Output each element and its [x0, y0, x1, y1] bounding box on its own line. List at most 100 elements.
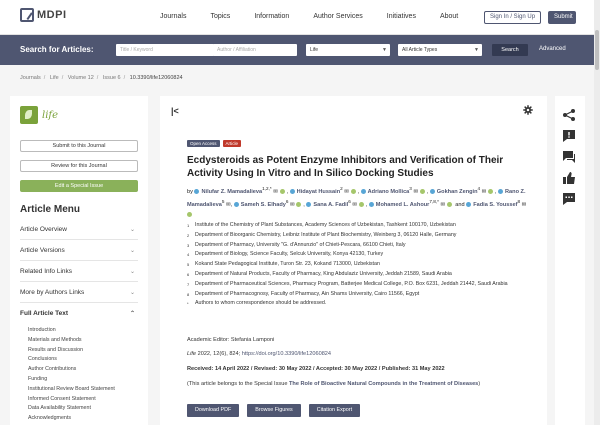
breadcrumb: Journals / Life / Volume 12/ Issue 6/ 10.3…	[20, 75, 183, 81]
author-affiliation-input[interactable]: Author / Affiliation	[213, 44, 297, 56]
citation-line: Life 2022, 12(6), 824; https://doi.org/1…	[187, 351, 331, 357]
toc-item[interactable]: Acknowledgments	[28, 415, 115, 425]
toc-item[interactable]: Introduction	[28, 327, 115, 337]
author-name[interactable]: Sameh S. Elhady	[241, 202, 286, 208]
orcid-icon[interactable]	[446, 201, 452, 207]
alert-icon[interactable]	[562, 129, 576, 143]
menu-item-label: More by Authors Links	[20, 289, 85, 296]
nav-about[interactable]: About	[440, 13, 458, 20]
breadcrumb-life[interactable]: Life	[50, 75, 59, 81]
article-type-select[interactable]: All Article Types ▼	[398, 44, 482, 56]
leaf-icon	[20, 106, 38, 124]
orcid-icon[interactable]	[187, 211, 192, 217]
mdpi-logo[interactable]: MDPI	[20, 8, 67, 22]
top-bar: MDPI Journals Topics Information Author …	[0, 0, 600, 35]
affiliation-row: 7 Department of Pharmaceutical Sciences, …	[187, 280, 508, 287]
toc-item[interactable]: Data Availability Statement	[28, 405, 115, 415]
chevron-down-icon: ⌄	[129, 269, 135, 275]
journal-select[interactable]: Life ▼	[306, 44, 390, 56]
thumbs-up-icon[interactable]	[562, 171, 576, 185]
author-name[interactable]: Hidayat Hussain	[297, 189, 341, 195]
browse-figures-button[interactable]: Browse Figures	[247, 404, 301, 417]
author-name[interactable]: Adriano Mollica	[368, 189, 410, 195]
author-name[interactable]: Mohamed L. Ashour	[376, 202, 430, 208]
author-profile-icon	[466, 201, 472, 207]
nav-information[interactable]: Information	[254, 13, 289, 20]
toc-item[interactable]: Materials and Methods	[28, 337, 115, 347]
menu-more-by-authors[interactable]: More by Authors Links ⌄	[20, 283, 138, 303]
breadcrumb-volume[interactable]: Volume 12	[68, 75, 94, 81]
nav-author-services[interactable]: Author Services	[313, 13, 362, 20]
orcid-icon[interactable]	[487, 188, 493, 194]
article-actions: Download PDF Browse Figures Citation Exp…	[187, 404, 361, 417]
nav-journals[interactable]: Journals	[160, 13, 186, 20]
toc-item[interactable]: Results and Discussion	[28, 347, 115, 357]
nav-topics[interactable]: Topics	[210, 13, 230, 20]
toc-item[interactable]: Funding	[28, 376, 115, 386]
affiliation-row: 1 Institute of the Chemistry of Plant Sub…	[187, 222, 456, 228]
journal-logo[interactable]: life	[20, 106, 58, 124]
top-nav: Journals Topics Information Author Servi…	[160, 13, 482, 20]
special-issue-prefix: (This article belongs to the Special Iss…	[187, 381, 288, 387]
toc-item[interactable]: Institutional Review Board Statement	[28, 386, 115, 396]
orcid-icon[interactable]	[296, 201, 302, 207]
chevron-down-icon: ⌄	[129, 290, 135, 296]
article-type-value: All Article Types	[402, 47, 438, 53]
orcid-icon[interactable]	[279, 188, 285, 194]
author-name[interactable]: Fadia S. Youssef	[473, 202, 517, 208]
orcid-icon[interactable]	[350, 188, 356, 194]
orcid-icon[interactable]	[419, 188, 425, 194]
full-article-text-toggle[interactable]: Full Article Text ⌃	[20, 310, 138, 317]
sign-in-button[interactable]: Sign In / Sign Up	[484, 11, 542, 24]
doi-link[interactable]: https://doi.org/10.3390/life12060824	[242, 351, 331, 357]
search-bar: Search for Articles: Title / Keyword Aut…	[0, 35, 600, 65]
gear-icon[interactable]	[523, 105, 533, 115]
citation-export-button[interactable]: Citation Export	[308, 404, 361, 417]
article-panel: |< Open Access Article Ecdysteroids as P…	[160, 96, 547, 425]
submit-to-journal-button[interactable]: Submit to this Journal	[20, 140, 138, 152]
menu-related-info[interactable]: Related Info Links ⌄	[20, 262, 138, 282]
download-pdf-button[interactable]: Download PDF	[187, 404, 240, 417]
search-button[interactable]: Search	[492, 44, 528, 56]
affiliation-row: 4 Department of Biology, Science Faculty,…	[187, 251, 384, 258]
author-name[interactable]: Gokhan Zengin	[437, 189, 478, 195]
toc-item[interactable]: Informed Consent Statement	[28, 396, 115, 406]
author-name[interactable]: Nilufar Z. Mamadalieva	[201, 189, 262, 195]
menu-article-overview[interactable]: Article Overview ⌄	[20, 220, 138, 240]
author-profile-icon	[194, 188, 200, 194]
academic-editor: Academic Editor: Stefania Lamponi	[187, 337, 275, 343]
author-sup: 8	[517, 198, 521, 204]
affiliation-row: * Authors to whom correspondence should b…	[187, 300, 327, 307]
review-for-journal-button[interactable]: Review for this Journal	[20, 160, 138, 172]
search-label: Search for Articles:	[20, 45, 94, 54]
page-scrollbar[interactable]	[594, 0, 600, 425]
collapse-left-icon[interactable]: |<	[171, 106, 179, 116]
edit-special-issue-button[interactable]: Edit a Special Issue	[20, 180, 138, 192]
author-sup: 6	[348, 198, 351, 204]
nav-initiatives[interactable]: Initiatives	[387, 13, 416, 20]
chevron-up-icon: ⌃	[129, 311, 135, 317]
publication-dates: Received: 14 April 2022 / Revised: 30 Ma…	[187, 366, 445, 372]
share-icon[interactable]	[562, 108, 576, 122]
submit-button[interactable]: Submit	[548, 11, 576, 24]
full-text-label: Full Article Text	[20, 310, 69, 317]
breadcrumb-issue[interactable]: Issue 6	[103, 75, 121, 81]
author-profile-icon	[289, 188, 295, 194]
toc-item[interactable]: Author Contributions	[28, 366, 115, 376]
chat-icon[interactable]	[562, 192, 576, 206]
menu-article-versions[interactable]: Article Versions ⌄	[20, 241, 138, 261]
breadcrumb-journals[interactable]: Journals	[20, 75, 41, 81]
affiliation-row: 8 Department of Pharmacognosy, Faculty of…	[187, 290, 420, 297]
mdpi-logo-icon	[20, 8, 34, 22]
menu-item-label: Article Versions	[20, 247, 65, 254]
affiliation-list: 1 Institute of the Chemistry of Plant Sub…	[187, 222, 532, 310]
scrollbar-thumb[interactable]	[595, 30, 599, 70]
author-name[interactable]: Sana A. Fadil	[313, 202, 348, 208]
comment-icon[interactable]	[562, 150, 576, 164]
orcid-icon[interactable]	[358, 201, 364, 207]
author-sup: 5	[221, 198, 225, 204]
special-issue-link[interactable]: The Role of Bioactive Natural Compounds …	[289, 381, 478, 387]
title-keyword-input[interactable]: Title / Keyword	[116, 44, 214, 56]
toc-item[interactable]: Conclusions	[28, 356, 115, 366]
advanced-search-link[interactable]: Advanced	[539, 46, 566, 52]
